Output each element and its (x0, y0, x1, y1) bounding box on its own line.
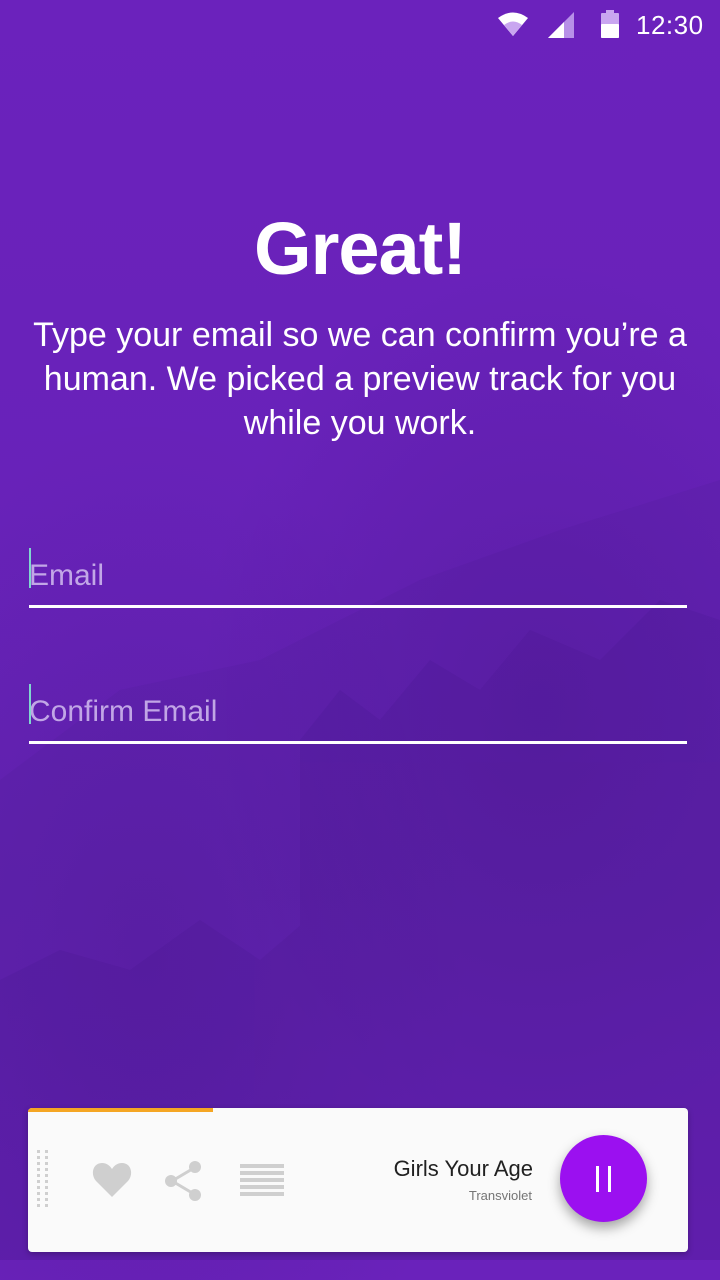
confirm-email-field-container (29, 684, 687, 744)
queue-icon[interactable] (240, 1164, 284, 1196)
status-bar: 12:30 (0, 0, 720, 50)
signup-screen: 12:30 Great! Type your email so we can c… (0, 0, 720, 1280)
track-title: Girls Your Age (393, 1156, 533, 1181)
page-title: Great! (254, 207, 467, 290)
text-cursor (29, 684, 31, 724)
track-artist: Transviolet (468, 1188, 532, 1203)
heart-icon[interactable] (92, 1162, 132, 1198)
wifi-icon (498, 12, 528, 36)
instructions-text: Type your email so we can confirm you’re… (33, 316, 687, 442)
pause-icon (596, 1166, 599, 1192)
drag-handle-icon[interactable] (36, 1150, 50, 1210)
mini-player[interactable]: Girls Your Age Transviolet (28, 1108, 688, 1252)
cell-signal-icon (548, 12, 574, 38)
email-input[interactable] (29, 548, 687, 604)
pause-icon (608, 1166, 611, 1192)
status-time: 12:30 (636, 10, 704, 40)
pause-button[interactable] (560, 1135, 647, 1222)
text-cursor (29, 548, 31, 588)
email-field-container (29, 548, 687, 608)
share-icon[interactable] (164, 1160, 202, 1202)
playback-progress-bar[interactable] (28, 1108, 688, 1112)
battery-icon (601, 10, 619, 38)
confirm-email-input[interactable] (29, 684, 687, 740)
playback-progress-fill (28, 1108, 213, 1112)
email-underline (29, 605, 687, 608)
confirm-email-underline (29, 741, 687, 744)
